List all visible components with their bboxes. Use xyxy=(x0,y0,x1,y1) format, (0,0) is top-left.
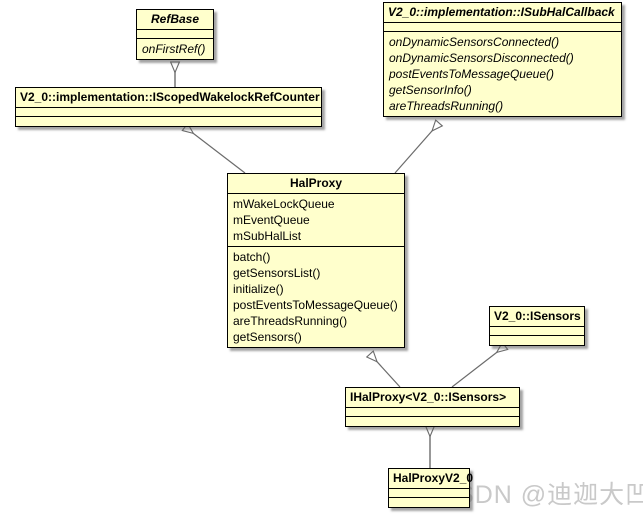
class-operation: initialize() xyxy=(233,282,284,296)
class-attributes-isensors xyxy=(490,327,584,336)
class-title-iscoped-wakelock-ref-counter: V2_0::implementation::IScopedWakelockRef… xyxy=(16,88,321,108)
class-title-halproxyv2-0: HalProxyV2_0 xyxy=(389,469,473,489)
class-operations-refbase: onFirstRef() xyxy=(137,39,213,59)
class-operation: postEventsToMessageQueue() xyxy=(233,298,398,312)
class-operations-halproxy: batch() getSensorsList() initialize() po… xyxy=(228,247,404,347)
class-operation: getSensors() xyxy=(233,330,302,344)
class-title-refbase: RefBase xyxy=(137,10,213,30)
class-title-isubhal-callback: V2_0::implementation::ISubHalCallback xyxy=(384,3,621,23)
edge-halproxy-to-isubhalcallback xyxy=(394,123,439,174)
class-operations-ihalproxy xyxy=(346,417,519,426)
edge-halproxy-to-iscoped xyxy=(185,127,246,174)
class-box-refbase[interactable]: RefBase onFirstRef() xyxy=(136,9,214,60)
class-attributes-iscoped-wakelock-ref-counter xyxy=(16,108,321,117)
class-operation: postEventsToMessageQueue() xyxy=(389,67,554,81)
class-operations-halproxyv2-0 xyxy=(389,498,469,507)
class-box-ihalproxy[interactable]: IHalProxy<V2_0::ISensors> xyxy=(345,387,520,427)
edge-ihalproxy-to-halproxy xyxy=(370,354,401,388)
class-operation: areThreadsRunning() xyxy=(233,314,348,328)
class-operations-isubhal-callback: onDynamicSensorsConnected() onDynamicSen… xyxy=(384,32,621,116)
class-title-ihalproxy: IHalProxy<V2_0::ISensors> xyxy=(346,388,519,408)
class-box-halproxyv2-0[interactable]: HalProxyV2_0 xyxy=(388,468,473,508)
class-box-isensors[interactable]: V2_0::ISensors xyxy=(489,306,585,346)
class-operation: getSensorInfo() xyxy=(389,83,472,97)
edge-ihalproxy-to-isensors xyxy=(451,346,505,388)
class-attributes-isubhal-callback xyxy=(384,23,621,32)
class-operations-iscoped-wakelock-ref-counter xyxy=(16,117,321,126)
class-box-halproxy[interactable]: HalProxy mWakeLockQueue mEventQueue mSub… xyxy=(227,173,405,348)
class-operation: batch() xyxy=(233,250,271,264)
class-attributes-ihalproxy xyxy=(346,408,519,417)
class-operation: onFirstRef() xyxy=(142,42,206,56)
class-attribute: mEventQueue xyxy=(233,213,310,227)
class-title-isensors: V2_0::ISensors xyxy=(490,307,584,327)
class-operation: onDynamicSensorsConnected() xyxy=(389,35,560,49)
class-operation: getSensorsList() xyxy=(233,266,321,280)
uml-class-diagram-canvas: RefBase --> IScopedWakelockRefCounter --… xyxy=(0,0,643,515)
class-operation: onDynamicSensorsDisconnected() xyxy=(389,51,574,65)
class-title-halproxy: HalProxy xyxy=(228,174,404,194)
class-operation: areThreadsRunning() xyxy=(389,99,504,113)
class-attribute: mSubHalList xyxy=(233,229,302,243)
class-box-iscoped-wakelock-ref-counter[interactable]: V2_0::implementation::IScopedWakelockRef… xyxy=(15,87,322,127)
class-attributes-refbase xyxy=(137,30,213,39)
class-box-isubhal-callback[interactable]: V2_0::implementation::ISubHalCallback on… xyxy=(383,2,622,117)
class-attributes-halproxy: mWakeLockQueue mEventQueue mSubHalList xyxy=(228,194,404,247)
class-attribute: mWakeLockQueue xyxy=(233,197,335,211)
class-attributes-halproxyv2-0 xyxy=(389,489,469,498)
class-operations-isensors xyxy=(490,336,584,345)
